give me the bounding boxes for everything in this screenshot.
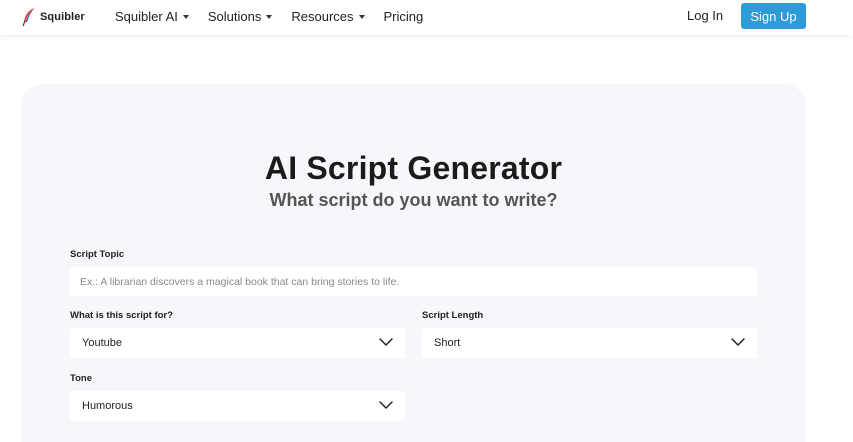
nav-item-label: Squibler AI [115,8,178,24]
nav-item-solutions[interactable]: Solutions [207,8,273,24]
script-length-value: Short [434,337,461,349]
caret-down-icon [358,14,365,19]
login-link[interactable]: Log In [687,8,723,23]
script-topic-label: Script Topic [70,249,125,260]
top-navbar: Squibler Squibler AI Solutions Resources… [0,0,853,35]
tone-value: Humorous [82,400,133,412]
script-length-select[interactable]: Short [422,328,757,358]
script-length-label: Script Length [422,310,484,321]
feather-icon [22,7,36,27]
script-purpose-select[interactable]: Youtube [70,328,405,358]
page-title: AI Script Generator [264,150,563,186]
brand-name: Squibler [40,11,85,23]
nav-item-label: Resources [291,8,354,24]
nav-item-resources[interactable]: Resources [291,8,365,24]
chevron-down-icon [379,337,393,349]
chevron-down-icon [731,337,745,349]
nav-item-label: Pricing [383,8,424,24]
script-topic-input[interactable] [70,267,757,296]
caret-down-icon [266,14,273,19]
chevron-down-icon [379,400,393,412]
caret-down-icon [182,14,189,19]
nav-menu: Squibler AI Solutions Resources Pricing [115,0,442,32]
script-purpose-value: Youtube [82,337,122,349]
brand-logo[interactable]: Squibler [22,6,85,28]
nav-item-label: Solutions [207,8,262,24]
script-purpose-label: What is this script for? [70,310,173,321]
nav-item-squibler-ai[interactable]: Squibler AI [115,9,189,24]
signup-button[interactable]: Sign Up [741,3,806,29]
tone-select[interactable]: Humorous [70,391,405,421]
generator-card: AI Script Generator What script do you w… [21,84,806,442]
nav-item-pricing[interactable]: Pricing [384,9,424,24]
tone-label: Tone [70,373,92,384]
page-subtitle: What script do you want to write? [269,190,558,210]
